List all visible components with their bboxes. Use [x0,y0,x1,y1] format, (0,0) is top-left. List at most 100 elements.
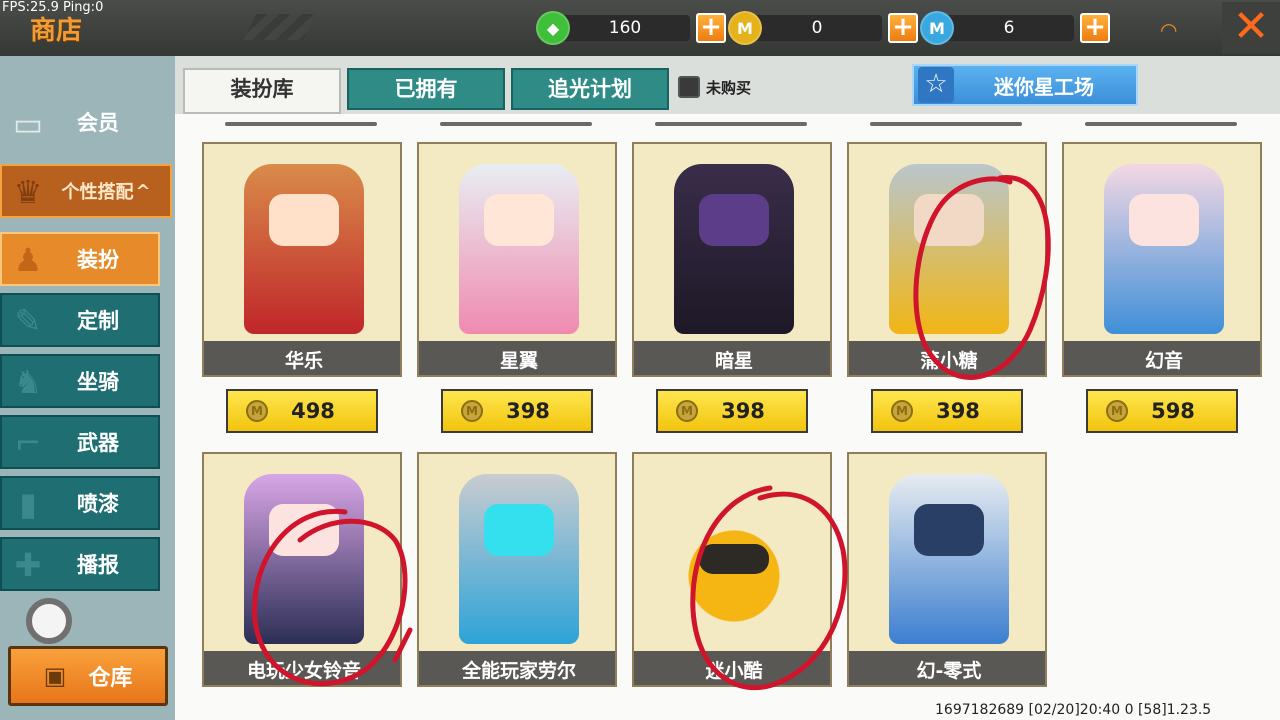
item-card-hua-le[interactable]: 华乐 [202,142,402,377]
mini-star-workshop-button[interactable]: ☆ 迷你星工场 [912,64,1138,106]
gold-coin-icon: M [728,11,762,45]
page-title: 商店 [30,16,83,46]
close-button[interactable]: ✕ [1222,2,1280,54]
warehouse-label: 仓库 [88,666,133,691]
item-name: 电玩少女铃音 [246,660,361,682]
buy-button[interactable]: M 398 [656,389,808,433]
character-image [889,474,1009,644]
add-mini-coin-button[interactable]: + [1080,13,1110,43]
item-card-quan-neng-wan-jia[interactable]: 全能玩家劳尔 [417,452,617,687]
item-price: 398 [721,399,765,423]
sidebar-item-custom[interactable]: ✎ 定制 [0,293,160,347]
item-name: 华乐 [284,350,323,372]
mini-coin-icon: M [920,11,954,45]
sidebar-item-label: 会员 [77,111,119,135]
sidebar-item-spray[interactable]: ▮ 喷漆 [0,476,160,530]
sidebar-item-broadcast[interactable]: ✚ 播报 [0,537,160,591]
character-image [244,164,364,334]
currency-gold-coin: M 0 + [728,10,918,46]
main-panel: 装扮库 已拥有 追光计划 未购买 ☆ 迷你星工场 华乐 星翼 暗星 蒲小糖 幻音… [175,56,1280,720]
checkbox-label: 未购买 [706,78,752,97]
item-card-pu-xiao-tang[interactable]: 蒲小糖 [847,142,1047,377]
sidebar-item-label: 武器 [77,431,119,455]
item-name: 幻音 [1144,350,1183,372]
spray-can-icon: ▮ [19,485,37,523]
character-image [459,164,579,334]
item-price: 398 [506,399,550,423]
character-face [1129,194,1199,246]
item-name: 蒲小糖 [920,350,978,372]
character-face [269,194,339,246]
member-icon: ▭ [12,105,44,143]
item-price: 598 [1151,399,1195,423]
sidebar-item-label: 坐骑 [77,370,119,394]
tab-outfit-library[interactable]: 装扮库 [183,68,341,114]
sidebar-item-label: 装扮 [77,248,119,272]
currency-green-gem: ◆ 160 + [536,10,726,46]
item-card-mi-xiao-ku[interactable]: 迷小酷 [632,452,832,687]
sidebar-item-label: 播报 [77,553,119,577]
tab-owned[interactable]: 已拥有 [347,68,505,110]
divider [655,122,807,126]
item-name: 幻-零式 [916,660,982,682]
item-card-xing-yi[interactable]: 星翼 [417,142,617,377]
sidebar-item-member[interactable]: ▭ 会员 [0,102,160,143]
workshop-label: 迷你星工场 [994,74,1094,99]
buy-button[interactable]: M 398 [441,389,593,433]
sidebar-item-label: 定制 [77,309,119,333]
sidebar-item-outfit[interactable]: ♟ 装扮 [0,232,160,286]
character-face [914,504,984,556]
character-face [484,194,554,246]
item-card-huan-ling-shi[interactable]: 幻-零式 [847,452,1047,687]
gold-coin-icon: M [246,400,268,422]
character-image [1104,164,1224,334]
broadcast-icon: ✚ [14,546,42,584]
currency-amount: 160 [560,15,690,41]
star-icon: ☆ [918,67,954,103]
character-image [674,474,794,644]
sidebar-category-label: 个性搭配 [61,182,134,203]
add-green-gem-button[interactable]: + [696,13,726,43]
sidebar-item-mount[interactable]: ♞ 坐骑 [0,354,160,408]
buy-button[interactable]: M 498 [226,389,378,433]
gun-icon: ⌐ [14,424,42,462]
item-name: 暗星 [714,350,753,372]
floating-joystick[interactable] [26,598,72,644]
gold-coin-icon: M [461,400,483,422]
sidebar-category-outfit[interactable]: ♛ 个性搭配 ^ [0,164,172,218]
item-name: 迷小酷 [705,660,763,682]
pencil-icon: ✎ [14,302,42,340]
currency-amount: 6 [944,15,1074,41]
item-grid: 华乐 星翼 暗星 蒲小糖 幻音 M 498 M 398 M 398 M 398 … [175,114,1280,720]
character-face [699,544,769,574]
item-card-dian-wan-shao-nv[interactable]: 电玩少女铃音 [202,452,402,687]
unpurchased-checkbox[interactable] [678,76,700,98]
character-face [699,194,769,246]
buy-button[interactable]: M 598 [1086,389,1238,433]
fps-readout: FPS:25.9 Ping:0 [2,0,104,15]
add-gold-coin-button[interactable]: + [888,13,918,43]
divider [870,122,1022,126]
tab-chase-light-plan[interactable]: 追光计划 [511,68,669,110]
item-name: 全能玩家劳尔 [461,660,576,682]
gold-coin-icon: M [1106,400,1128,422]
character-image [889,164,1009,334]
filter-unpurchased[interactable]: 未购买 [678,76,751,98]
mount-icon: ♞ [13,363,43,401]
character-face [484,504,554,556]
warehouse-button[interactable]: ▣ 仓库 [8,646,168,706]
green-gem-icon: ◆ [536,11,570,45]
sidebar-item-label: 喷漆 [77,492,119,516]
character-image [674,164,794,334]
divider [440,122,592,126]
buy-button[interactable]: M 398 [871,389,1023,433]
item-card-an-xing[interactable]: 暗星 [632,142,832,377]
item-card-huan-yin[interactable]: 幻音 [1062,142,1262,377]
character-image [244,474,364,644]
top-bar: 商店 ◆ 160 + M 0 + M 6 + ◠ ✕ [0,0,1280,56]
chevron-up-icon: ^ [135,180,151,202]
chest-icon: ▣ [43,662,67,690]
shirt-icon: ♟ [13,241,43,279]
decorative-stripe [243,14,317,40]
sidebar-item-weapon[interactable]: ⌐ 武器 [0,415,160,469]
